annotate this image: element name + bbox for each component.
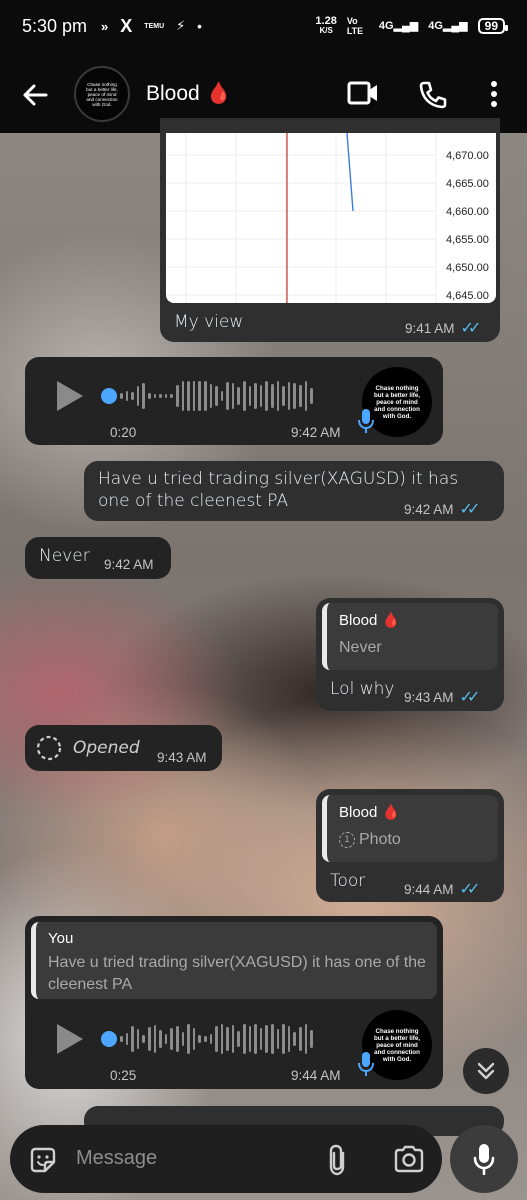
signal-1-label: 4G <box>378 20 394 32</box>
contact-name[interactable]: Blood 🩸 <box>146 82 232 106</box>
view-once-icon: 1 <box>339 832 355 848</box>
chart-tick-label: 4,650.00 <box>446 262 489 274</box>
view-once-opened-icon <box>36 735 62 761</box>
message-meta: 9:41 AM ✓✓ <box>405 318 482 338</box>
message-meta: 9:44 AM ✓✓ <box>404 879 481 899</box>
microphone-icon <box>473 1144 495 1175</box>
sticker-icon[interactable] <box>28 1145 58 1175</box>
image-caption: My view <box>174 312 244 332</box>
signal-1-icon: 4G▂▄▆ <box>378 20 419 32</box>
voice-waveform[interactable] <box>120 1021 313 1057</box>
network-speed: 1.28 K/S <box>315 16 336 36</box>
play-icon[interactable] <box>57 1024 83 1054</box>
status-time: 5:30 pm <box>22 15 88 36</box>
video-call-icon[interactable] <box>347 80 379 106</box>
message-input-bar[interactable]: Message <box>10 1125 442 1193</box>
voice-waveform[interactable] <box>120 378 313 414</box>
double-chevron-down-icon <box>477 1062 495 1080</box>
microphone-icon <box>358 1052 374 1076</box>
chart-screenshot-image[interactable]: 4,670.00 4,665.00 4,660.00 4,655.00 4,65… <box>166 133 496 303</box>
message-time: 9:42 AM <box>404 501 454 517</box>
attach-icon[interactable] <box>327 1144 349 1176</box>
voice-duration: 0:20 <box>110 425 137 440</box>
message-meta: 9:42 AM ✓✓ <box>404 499 481 519</box>
status-bar: 5:30 pm » X TEMU ⚡ • 1.28 K/S Vo LTE 4G▂… <box>0 0 527 52</box>
quoted-text: Never <box>339 639 382 656</box>
network-speed-value: 1.28 <box>315 15 337 27</box>
signal-2-label: 4G <box>428 20 443 32</box>
message-text: Never <box>39 546 90 566</box>
read-ticks-icon: ✓✓ <box>459 689 481 706</box>
top-bar: 5:30 pm » X TEMU ⚡ • 1.28 K/S Vo LTE 4G▂… <box>0 0 527 133</box>
message-text: Toor <box>330 871 366 891</box>
message-time: 9:44 AM <box>404 881 454 897</box>
battery-icon: 99 <box>477 18 509 34</box>
chart-tick-label: 4,665.00 <box>446 178 489 190</box>
quoted-text-value: Photo <box>359 831 401 848</box>
read-ticks-icon: ✓✓ <box>459 501 481 518</box>
chart-tick-label: 4,655.00 <box>446 234 489 246</box>
message-time: 9:43 AM <box>404 689 454 705</box>
camera-icon[interactable] <box>393 1145 425 1173</box>
message-time: 9:42 AM <box>291 425 341 440</box>
quoted-sender: Blood 🩸 <box>339 612 401 629</box>
quoted-text: Have u tried trading silver(XAGUSD) it h… <box>48 954 426 993</box>
temu-app-icon: TEMU <box>144 22 165 30</box>
message-input-placeholder[interactable]: Message <box>76 1147 157 1170</box>
voice-record-button[interactable] <box>450 1125 518 1193</box>
back-arrow-icon[interactable] <box>20 80 50 110</box>
message-time: 9:43 AM <box>157 750 207 765</box>
chart-price-line <box>346 133 354 212</box>
view-once-label: Opened <box>73 738 140 758</box>
message-meta: 9:43 AM ✓✓ <box>404 687 481 707</box>
voice-progress-dot[interactable] <box>101 1031 117 1047</box>
quoted-message[interactable]: Blood 🩸 Never <box>322 603 498 670</box>
chart-screenshot-graphic: 4,670.00 4,665.00 4,660.00 4,655.00 4,65… <box>166 133 489 303</box>
voice-progress-dot[interactable] <box>101 388 117 404</box>
quoted-sender: Blood 🩸 <box>339 804 401 821</box>
message-text: Lol why <box>330 679 395 699</box>
play-icon[interactable] <box>57 381 83 411</box>
network-speed-unit: K/S <box>319 26 333 35</box>
scroll-to-bottom-button[interactable] <box>463 1048 509 1094</box>
more-notifications-icon: • <box>197 18 202 34</box>
chart-tick-label: 4,670.00 <box>446 150 489 162</box>
quoted-text: 1 Photo <box>339 829 401 851</box>
x-app-icon: X <box>120 15 133 36</box>
quoted-message[interactable]: Blood 🩸 1 Photo <box>322 795 498 862</box>
voice-call-icon[interactable] <box>418 80 448 110</box>
contact-avatar[interactable]: Chase nothing but a better life, peace o… <box>74 66 130 122</box>
message-time: 9:41 AM <box>405 320 455 336</box>
activity-icon: ⚡ <box>176 18 186 33</box>
status-indicator-icon: » <box>101 18 109 34</box>
message-time: 9:44 AM <box>291 1068 341 1083</box>
chart-tick-label: 4,645.00 <box>446 290 489 302</box>
chart-tick-label: 4,660.00 <box>446 206 489 218</box>
more-options-icon[interactable] <box>489 80 499 108</box>
signal-2-icon: 4G▂▄▆ <box>428 20 468 32</box>
volte-indicator: Vo LTE <box>346 16 364 36</box>
quoted-message[interactable]: You Have u tried trading silver(XAGUSD) … <box>31 922 437 999</box>
quoted-sender: You <box>48 930 74 947</box>
microphone-icon <box>358 409 374 433</box>
message-time: 9:42 AM <box>104 557 154 572</box>
voice-duration: 0:25 <box>110 1068 137 1083</box>
read-ticks-icon: ✓✓ <box>460 320 482 337</box>
read-ticks-icon: ✓✓ <box>459 881 481 898</box>
